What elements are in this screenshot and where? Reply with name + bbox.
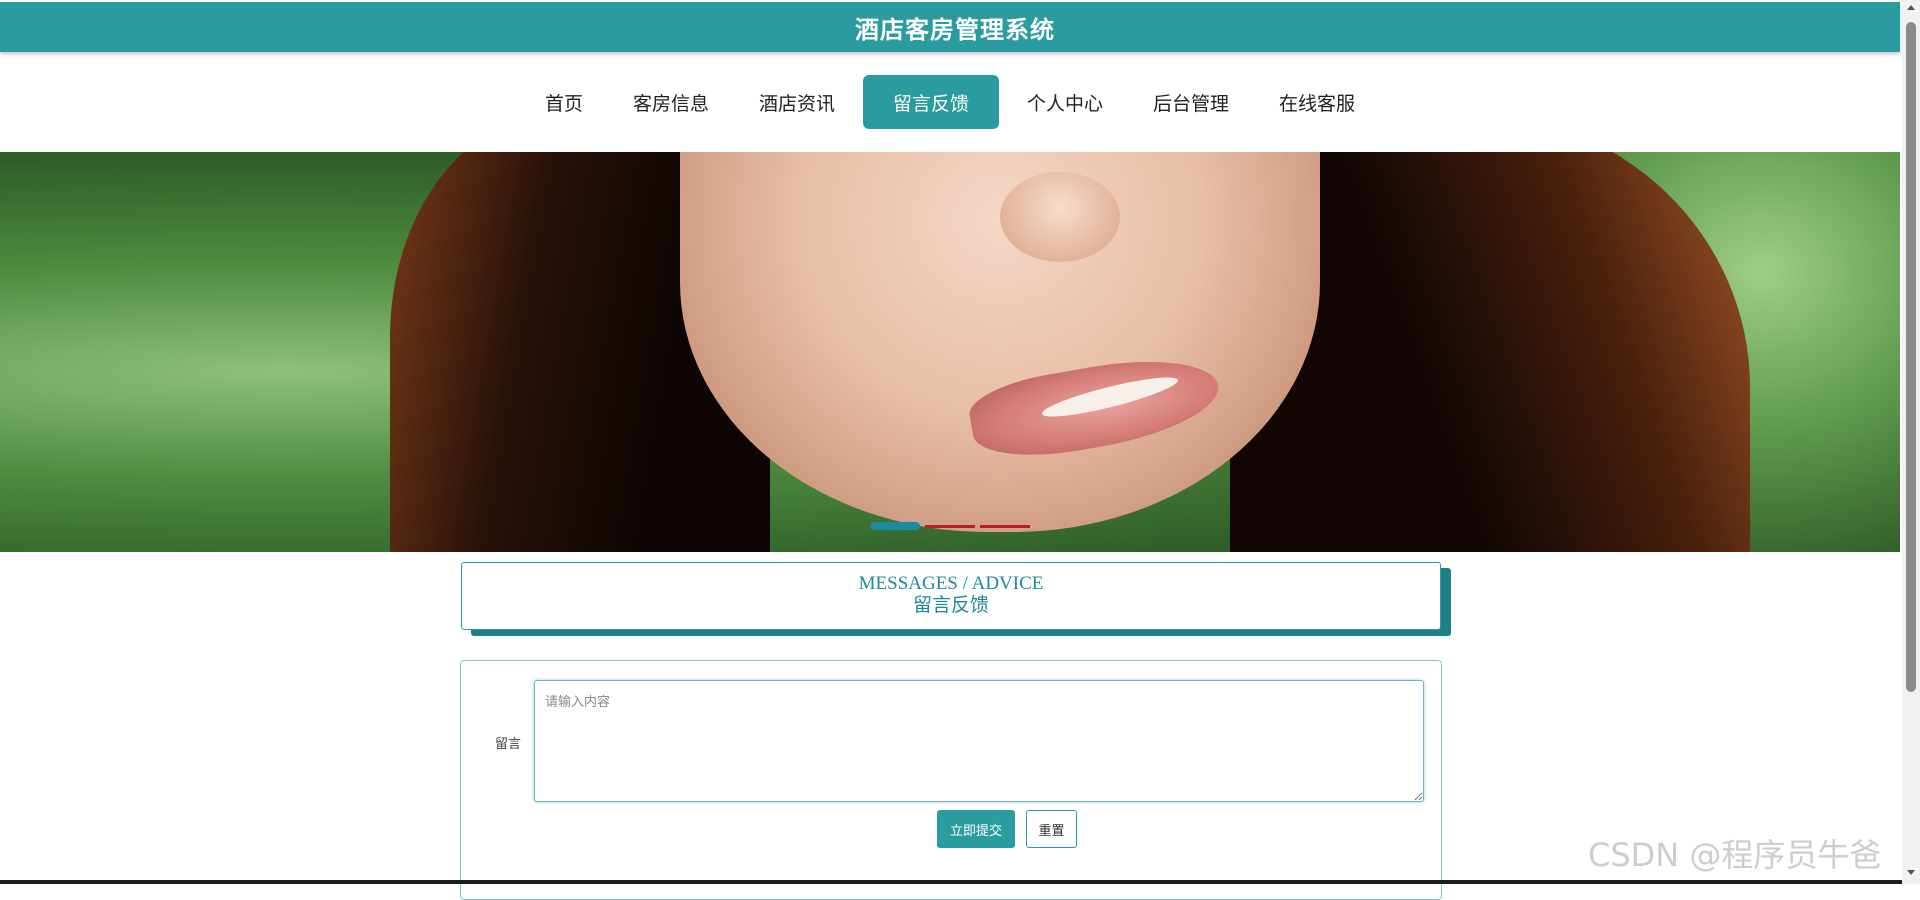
banner-carousel[interactable] — [0, 152, 1900, 552]
site-title: 酒店客房管理系统 — [855, 15, 1055, 44]
nav-item-rooms[interactable]: 客房信息 — [611, 75, 731, 129]
nav-item-online-service[interactable]: 在线客服 — [1257, 75, 1377, 129]
submit-button[interactable]: 立即提交 — [937, 810, 1015, 848]
carousel-dot-1[interactable] — [870, 522, 920, 530]
nav-item-profile[interactable]: 个人中心 — [1005, 75, 1125, 129]
bottom-edge — [0, 880, 1902, 884]
watermark: CSDN @程序员牛爸 — [1588, 836, 1882, 874]
nav-item-feedback[interactable]: 留言反馈 — [862, 75, 999, 129]
carousel-dot-3[interactable] — [980, 524, 1030, 528]
message-label: 留言 — [495, 737, 522, 752]
section-title-en: MESSAGES / ADVICE — [858, 573, 1044, 594]
page-scrollbar[interactable] — [1902, 0, 1920, 884]
feedback-form: 留言 立即提交 重置 — [460, 660, 1442, 900]
nav-item-admin[interactable]: 后台管理 — [1131, 75, 1251, 129]
main-nav: 首页 客房信息 酒店资讯 留言反馈 个人中心 后台管理 在线客服 — [0, 52, 1900, 152]
banner-image-nose — [1000, 172, 1120, 262]
nav-item-home[interactable]: 首页 — [523, 75, 605, 129]
carousel-dot-2[interactable] — [925, 524, 975, 528]
section-heading: MESSAGES / ADVICE 留言反馈 — [461, 562, 1441, 630]
scroll-up-arrow-icon[interactable] — [1907, 5, 1915, 10]
site-header: 酒店客房管理系统 — [0, 2, 1900, 52]
scrollbar-thumb[interactable] — [1906, 22, 1916, 692]
nav-item-news[interactable]: 酒店资讯 — [737, 75, 857, 129]
section-title-cn: 留言反馈 — [912, 595, 989, 616]
reset-button[interactable]: 重置 — [1026, 810, 1077, 848]
carousel-indicators — [870, 522, 1030, 530]
scroll-down-arrow-icon[interactable] — [1907, 870, 1915, 875]
message-textarea[interactable] — [534, 680, 1424, 802]
